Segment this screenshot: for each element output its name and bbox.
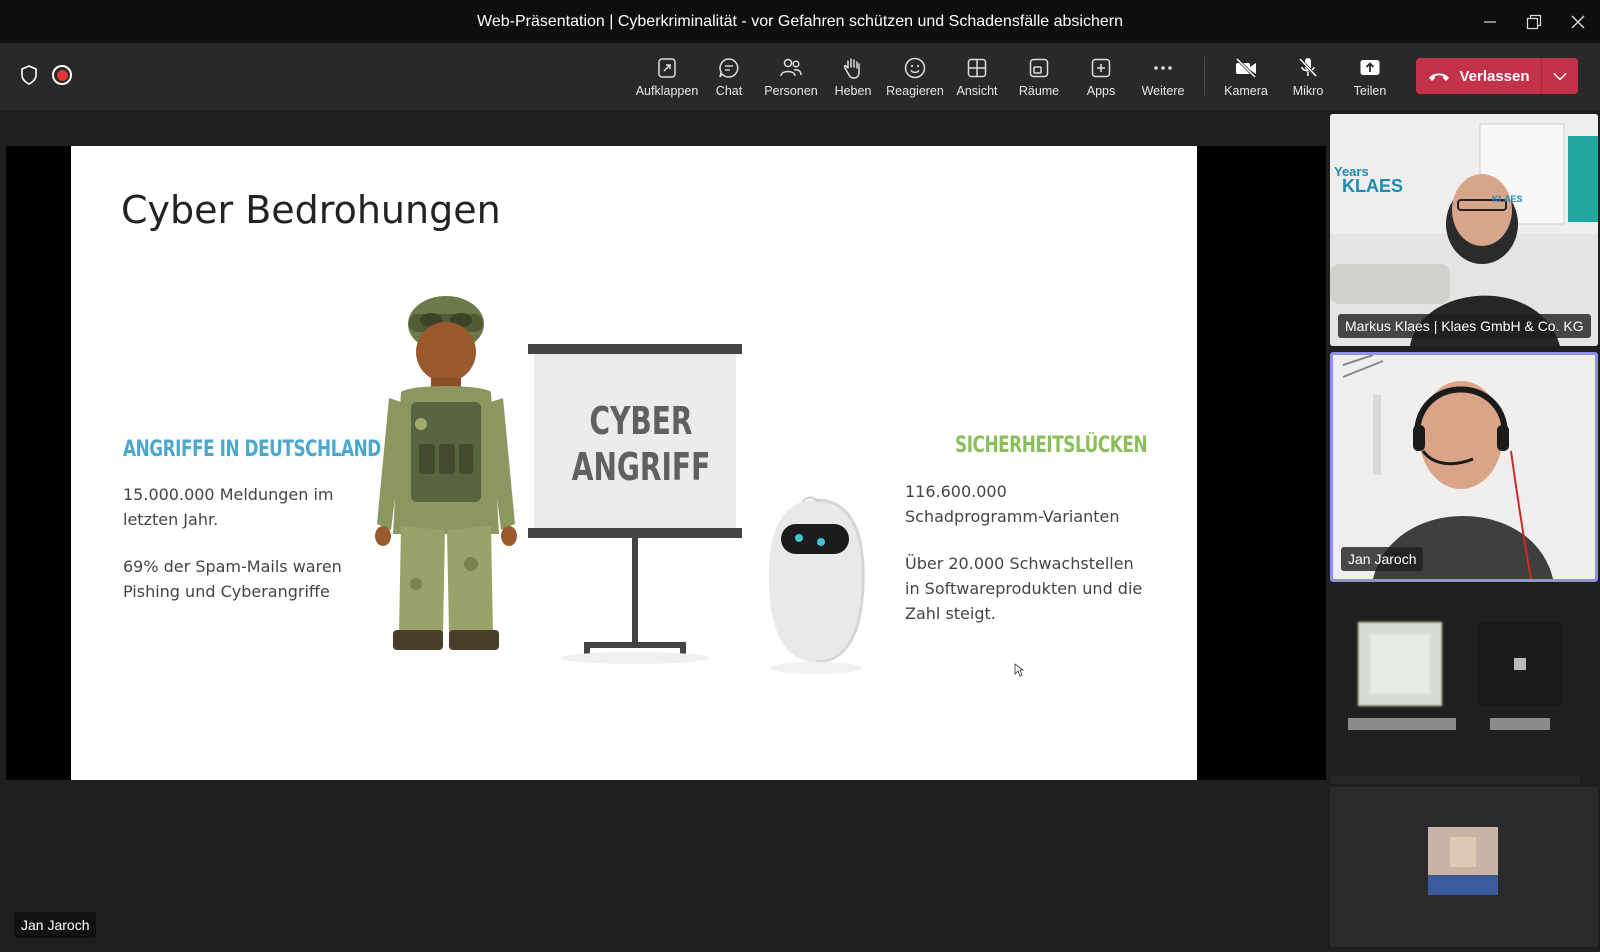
smiley-icon [904, 57, 926, 78]
board-text: CYBER ANGRIFF [551, 398, 731, 490]
toolbar-view-label: Ansicht [956, 83, 998, 98]
slide-title: Cyber Bedrohungen [121, 188, 501, 232]
toolbar-people-button[interactable]: Personen [760, 43, 822, 110]
left-heading: ANGRIFFE IN DEUTSCHLAND [123, 437, 381, 462]
active-speaker-name-tag: Jan Jaroch [1341, 547, 1424, 571]
toolbar-react-label: Reagieren [886, 83, 944, 98]
toolbar-rooms-button[interactable]: Räume [1008, 43, 1070, 110]
participant-video-feed [1330, 114, 1598, 346]
right-point-1: 116.600.000 Schadprogramm-Varianten [905, 482, 1120, 526]
add-app-icon [1091, 58, 1111, 77]
rooms-icon [1029, 58, 1049, 77]
toolbar-camera-button[interactable]: Kamera [1215, 43, 1277, 110]
presentation-board-illustration [528, 344, 742, 664]
meeting-status [20, 65, 72, 85]
toolbar-mic-label: Mikro [1292, 83, 1324, 98]
title-bar: Web-Präsentation | Cyberkriminalität - v… [0, 0, 1600, 43]
presenter-name-tag: Jan Jaroch [14, 912, 97, 938]
shared-content-stage: Cyber Bedrohungen ANGRIFFE IN DEUTSCHLAN… [6, 146, 1326, 780]
close-button[interactable] [1556, 0, 1600, 43]
close-icon [1571, 15, 1585, 28]
restore-button[interactable] [1512, 0, 1556, 43]
robot-illustration [768, 496, 865, 674]
toolbar-people-label: Personen [764, 83, 818, 98]
left-point-1: 15.000.000 Meldungen im letzten Jahr. [123, 485, 334, 529]
panel-divider [1330, 776, 1580, 784]
toolbar-view-button[interactable]: Ansicht [946, 43, 1008, 110]
presentation-slide: Cyber Bedrohungen ANGRIFFE IN DEUTSCHLAN… [71, 146, 1197, 780]
toolbar-expand-button[interactable]: Aufklappen [636, 43, 698, 110]
toolbar-more-label: Weitere [1141, 83, 1185, 98]
toolbar-divider [1204, 57, 1205, 95]
raise-hand-icon [843, 57, 860, 79]
blurred-participant-avatar[interactable] [1478, 622, 1562, 706]
leave-button[interactable]: Verlassen [1416, 68, 1541, 85]
shield-icon[interactable] [20, 65, 38, 85]
right-point-2: Über 20.000 Schwachstellen in Softwarepr… [905, 554, 1143, 623]
toolbar-expand-label: Aufklappen [635, 83, 699, 98]
meeting-toolbar: Aufklappen Chat Personen Heben Reagieren… [0, 43, 1600, 110]
toolbar-apps-label: Apps [1086, 83, 1116, 98]
toolbar-chat-button[interactable]: Chat [698, 43, 760, 110]
restore-icon [1526, 14, 1542, 29]
blurred-participant-name [1348, 718, 1456, 730]
leave-options-button[interactable] [1542, 72, 1578, 81]
blurred-participant-name [1490, 718, 1550, 730]
people-icon [780, 58, 802, 76]
toolbar-chat-label: Chat [715, 83, 743, 98]
grid-icon [967, 58, 987, 77]
blurred-participant-avatar [1428, 827, 1498, 895]
toolbar-camera-label: Kamera [1224, 83, 1268, 98]
participant-tile-small[interactable] [1330, 787, 1598, 947]
toolbar-share-button[interactable]: Teilen [1339, 43, 1401, 110]
participant-panel: Years KLAES KLAES Markus Klaes | Klaes G… [1330, 110, 1600, 952]
toolbar-mic-button[interactable]: Mikro [1277, 43, 1339, 110]
chevron-down-icon [1553, 72, 1567, 81]
hang-up-icon [1429, 73, 1450, 81]
window-controls [1468, 0, 1600, 43]
right-heading: SICHERHEITSLÜCKEN [955, 433, 1148, 458]
window-title: Web-Präsentation | Cyberkriminalität - v… [477, 12, 1123, 30]
minimize-icon [1484, 20, 1496, 23]
board-line-2: ANGRIFF [571, 445, 711, 489]
active-speaker-tile[interactable]: Jan Jaroch [1330, 352, 1598, 582]
active-speaker-video-feed [1333, 355, 1595, 579]
toolbar-share-label: Teilen [1353, 83, 1387, 98]
chat-icon [719, 57, 739, 78]
blurred-participant-avatar[interactable] [1358, 622, 1442, 706]
expand-icon [658, 57, 676, 78]
recording-icon [52, 65, 72, 85]
participant-video-tile[interactable]: Years KLAES KLAES Markus Klaes | Klaes G… [1330, 114, 1598, 346]
share-icon [1360, 59, 1380, 75]
klaes-sign-text: KLAES [1492, 194, 1523, 204]
soldier-illustration [375, 296, 517, 650]
toolbar-apps-button[interactable]: Apps [1070, 43, 1132, 110]
mouse-cursor-icon [1014, 663, 1024, 677]
more-icon [1154, 65, 1172, 70]
camera-off-icon [1235, 57, 1257, 78]
toolbar-raise-hand-button[interactable]: Heben [822, 43, 884, 110]
minimize-button[interactable] [1468, 0, 1512, 43]
toolbar-rooms-label: Räume [1018, 83, 1060, 98]
leave-label: Verlassen [1459, 67, 1530, 85]
toolbar-more-button[interactable]: Weitere [1132, 43, 1194, 110]
klaes-logo-name: KLAES [1342, 176, 1404, 196]
toolbar-raise-hand-label: Heben [834, 83, 872, 98]
leave-control: Verlassen [1416, 58, 1578, 94]
board-line-1: CYBER [589, 399, 693, 443]
toolbar-react-button[interactable]: Reagieren [884, 43, 946, 110]
toolbar-actions: Aufklappen Chat Personen Heben Reagieren… [636, 43, 1401, 110]
mic-off-icon [1298, 57, 1318, 77]
participant-name-tag: Markus Klaes | Klaes GmbH & Co. KG [1338, 314, 1591, 338]
left-point-2: 69% der Spam-Mails waren Pishing und Cyb… [123, 557, 342, 601]
